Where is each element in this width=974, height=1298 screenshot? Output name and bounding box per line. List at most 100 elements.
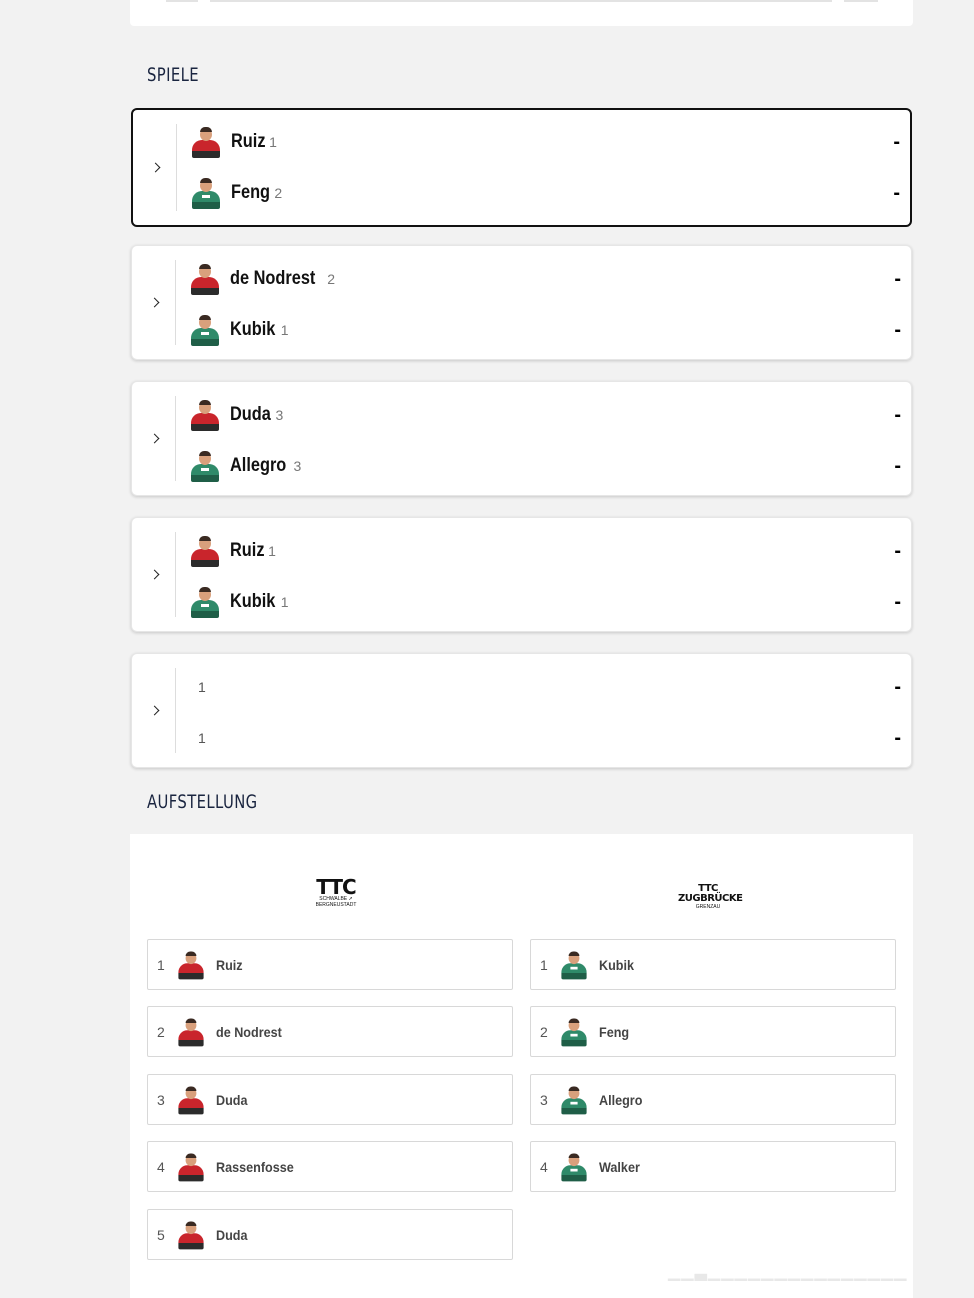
divider: [175, 668, 176, 753]
lineup-player-name: de Nodrest: [216, 1023, 282, 1040]
avatar: [561, 1152, 588, 1181]
player-seed: 3: [275, 407, 284, 423]
player-name: Allegro: [230, 455, 287, 476]
stub-element: [166, 0, 198, 2]
score: -: [894, 454, 901, 477]
avatar: [178, 1085, 205, 1114]
score: -: [894, 539, 901, 562]
match-card[interactable]: Ruiz 1 - Kubik 1 -: [131, 517, 912, 632]
match-away-row: Kubik 1 -: [190, 586, 901, 618]
player-seed: 1: [268, 543, 276, 559]
avatar: [178, 1017, 205, 1046]
lineup-player-away[interactable]: 3 Allegro: [530, 1074, 896, 1125]
score: -: [894, 726, 901, 749]
match-away-row: Feng 2 -: [191, 177, 900, 209]
match-home-row: 1 -: [190, 671, 901, 703]
lineup-number: 3: [540, 1091, 548, 1108]
lineup-player-home[interactable]: 5 Duda: [147, 1209, 513, 1260]
avatar: [190, 399, 220, 431]
away-team-logo: TTC ZUGBRÜCKE GRENZAU: [678, 883, 743, 911]
divider: [176, 124, 177, 211]
match-card[interactable]: Duda 3 - Allegro 3 -: [131, 381, 912, 496]
lineup-player-name: Feng: [599, 1023, 630, 1040]
expand-match-button[interactable]: [132, 246, 176, 359]
lineup-player-name: Rassenfosse: [216, 1158, 294, 1175]
chevron-right-icon: [149, 433, 159, 444]
avatar: [178, 950, 205, 979]
divider: [175, 260, 176, 345]
player-name: Ruiz: [230, 540, 265, 561]
player-seed: 1: [198, 730, 206, 746]
divider: [175, 532, 176, 617]
lineup-number: 5: [157, 1226, 165, 1243]
avatar: [191, 177, 221, 209]
lineup-player-away[interactable]: 1 Kubik: [530, 939, 896, 990]
player-seed: 1: [269, 134, 277, 150]
player-seed: 1: [198, 679, 206, 695]
divider: [175, 396, 176, 481]
expand-match-button[interactable]: [132, 382, 176, 495]
player-seed: 3: [293, 458, 302, 474]
games-section-title: SPIELE: [147, 64, 200, 86]
lineup-player-name: Duda: [216, 1091, 248, 1108]
player-seed: 1: [280, 322, 289, 338]
lineup-player-home[interactable]: 1 Ruiz: [147, 939, 513, 990]
stub-element: [210, 0, 832, 2]
expand-match-button[interactable]: [133, 110, 177, 225]
chevron-right-icon: [149, 297, 159, 308]
chevron-right-icon: [150, 162, 160, 173]
score: -: [894, 675, 901, 698]
score: -: [894, 590, 901, 613]
score: -: [893, 181, 900, 204]
player-name: Kubik: [230, 319, 276, 340]
lineup-player-name: Walker: [599, 1158, 640, 1175]
player-name: Kubik: [230, 591, 276, 612]
avatar: [190, 263, 220, 295]
player-seed: 1: [280, 594, 289, 610]
match-home-row: Duda 3 -: [190, 399, 901, 431]
avatar: [191, 126, 221, 158]
avatar: [190, 586, 220, 618]
lineup-player-home[interactable]: 4 Rassenfosse: [147, 1141, 513, 1192]
score: -: [894, 267, 901, 290]
avatar: [190, 535, 220, 567]
expand-match-button[interactable]: [132, 654, 176, 767]
match-card[interactable]: de Nodrest 2 - Kubik 1 -: [131, 245, 912, 360]
lineup-player-away[interactable]: 2 Feng: [530, 1006, 896, 1057]
avatar: [561, 1085, 588, 1114]
lineup-player-home[interactable]: 2 de Nodrest: [147, 1006, 513, 1057]
lineup-player-away[interactable]: 4 Walker: [530, 1141, 896, 1192]
chevron-right-icon: [149, 569, 159, 580]
stub-element: [844, 0, 878, 2]
lineup-player-name: Ruiz: [216, 956, 243, 973]
player-name: Duda: [230, 404, 271, 425]
watermark: ▁▁▃▁▁▁▁▁▁▁▁▁▁▁▁▁▁▁: [668, 1264, 908, 1281]
match-home-row: Ruiz 1 -: [191, 126, 900, 158]
lineup-number: 2: [157, 1023, 165, 1040]
avatar: [190, 450, 220, 482]
avatar: [561, 1017, 588, 1046]
match-card[interactable]: Ruiz 1 - Feng 2 -: [131, 108, 912, 227]
lineup-number: 1: [157, 956, 165, 973]
score: -: [894, 403, 901, 426]
match-card[interactable]: 1 - 1 -: [131, 653, 912, 768]
player-name: de Nodrest: [230, 268, 316, 289]
lineup-section-title: AUFSTELLUNG: [147, 791, 258, 813]
avatar: [178, 1220, 205, 1249]
match-away-row: 1 -: [190, 722, 901, 754]
home-team-logo: TTC SCHWALBE ➚ BERGNEUSTADT: [315, 875, 357, 908]
lineup-player-home[interactable]: 3 Duda: [147, 1074, 513, 1125]
match-home-row: Ruiz 1 -: [190, 535, 901, 567]
avatar: [190, 314, 220, 346]
score: -: [894, 318, 901, 341]
match-away-row: Allegro 3 -: [190, 450, 901, 482]
match-away-row: Kubik 1 -: [190, 314, 901, 346]
player-name: Ruiz: [231, 131, 266, 152]
lineup-number: 3: [157, 1091, 165, 1108]
lineup-player-name: Allegro: [599, 1091, 643, 1108]
chevron-right-icon: [149, 705, 159, 716]
previous-card-stub: [130, 0, 913, 26]
lineup-player-name: Duda: [216, 1226, 248, 1243]
match-home-row: de Nodrest 2 -: [190, 263, 901, 295]
expand-match-button[interactable]: [132, 518, 176, 631]
